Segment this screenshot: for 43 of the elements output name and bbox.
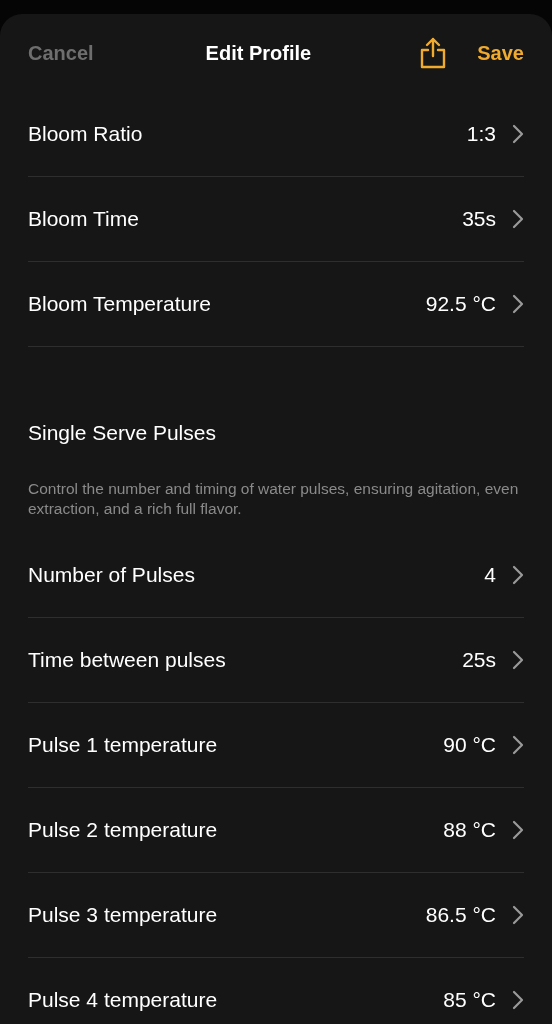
- setting-label: Bloom Ratio: [28, 121, 144, 148]
- setting-row[interactable]: Bloom Temperature 92.5 °C: [28, 262, 524, 347]
- share-button[interactable]: [419, 37, 448, 69]
- screen-title: Edit Profile: [205, 41, 313, 66]
- setting-value: 90 °C: [443, 731, 496, 758]
- setting-row[interactable]: Bloom Ratio 1:3: [28, 92, 524, 177]
- chevron-icon: [512, 209, 524, 229]
- setting-row[interactable]: Time between pulses 25s: [28, 617, 524, 703]
- setting-row[interactable]: Number of Pulses 4: [28, 532, 524, 618]
- chevron-icon: [512, 649, 524, 670]
- share-icon: [419, 37, 448, 69]
- setting-label: Number of Pulses: [28, 561, 196, 588]
- chevron-icon: [512, 294, 524, 314]
- setting-row[interactable]: Bloom Time 35s: [28, 177, 524, 262]
- chevron-icon: [512, 819, 524, 840]
- setting-value: 86.5 °C: [425, 901, 496, 928]
- setting-row[interactable]: Pulse 3 temperature 86.5 °C: [28, 872, 524, 958]
- setting-value: 92.5 °C: [425, 291, 496, 318]
- setting-label: Pulse 1 temperature: [28, 731, 219, 758]
- setting-label: Time between pulses: [28, 646, 227, 673]
- setting-row[interactable]: Pulse 1 temperature 90 °C: [28, 702, 524, 788]
- chevron-icon: [512, 564, 524, 585]
- setting-value: 88 °C: [443, 816, 496, 843]
- setting-label: Pulse 2 temperature: [28, 816, 219, 843]
- setting-label: Pulse 3 temperature: [28, 901, 219, 928]
- cancel-button[interactable]: Cancel: [28, 38, 94, 68]
- setting-value: 25s: [462, 646, 496, 673]
- chevron-icon: [512, 734, 524, 755]
- chevron-icon: [512, 989, 524, 1010]
- setting-value: 1:3: [466, 121, 496, 148]
- section-title: Single Serve Pulses: [28, 420, 217, 446]
- setting-value: 85 °C: [443, 986, 496, 1013]
- setting-value: 4: [484, 561, 496, 588]
- chevron-icon: [512, 904, 524, 925]
- setting-label: Bloom Temperature: [28, 291, 212, 318]
- save-button[interactable]: Save: [477, 38, 524, 68]
- section-description: Control the number and timing of water pulses, ensuring agitation, even extraction, and a rich full flavor.: [28, 478, 520, 519]
- setting-row[interactable]: Pulse 4 temperature 85 °C: [28, 957, 524, 1024]
- setting-label: Pulse 4 temperature: [28, 986, 219, 1013]
- chevron-icon: [512, 124, 524, 144]
- setting-row[interactable]: Pulse 2 temperature 88 °C: [28, 787, 524, 873]
- setting-value: 35s: [462, 206, 496, 233]
- setting-label: Bloom Time: [28, 206, 140, 233]
